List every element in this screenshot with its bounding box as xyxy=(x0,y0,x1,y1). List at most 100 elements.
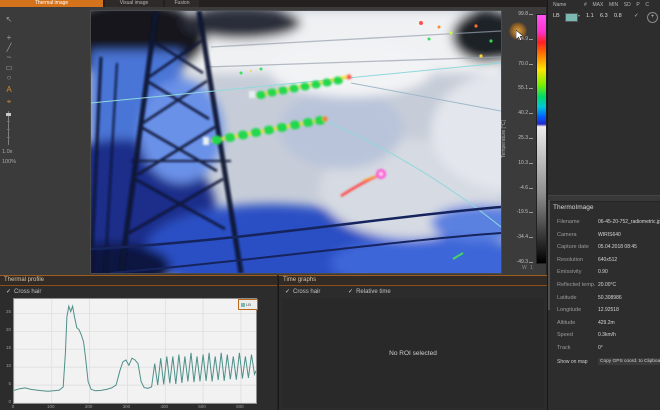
gps-actions: Show on map Copy GPS coord. to Clipboard xyxy=(548,358,660,370)
roi-name-header: Name xyxy=(553,2,566,8)
zoom-percent-label: 100% xyxy=(2,159,16,165)
right-panel: Name #MAXMINSDPC LB ▾ 1.1 6.3 0.8 ✓ + Th… xyxy=(547,0,660,410)
tg-crosshair-label: Cross hair xyxy=(293,289,320,295)
profile-crosshair-checkbox[interactable]: ✓Cross hair xyxy=(6,288,41,295)
no-roi-message: No ROI selected xyxy=(389,350,437,357)
copy-gps-button[interactable]: Copy GPS coord. to Clipboard xyxy=(598,358,660,365)
metadata-label: Emissivity xyxy=(557,269,581,275)
metadata-value: 20.00°C xyxy=(598,282,616,288)
check-icon: ✓ xyxy=(348,289,353,295)
thermal-profile-title: Thermal profile xyxy=(0,276,277,286)
thermoimage-metadata: Filename 06-45-20-752_radiometric.jpg Came… xyxy=(548,217,660,356)
polyline-tool[interactable]: ~ xyxy=(2,53,16,63)
pan-tool[interactable]: + xyxy=(2,33,16,43)
roi-name: LB xyxy=(553,13,560,19)
time-graphs-panel: Time graphs ✓Cross hair ✓Relative time N… xyxy=(278,275,547,410)
metadata-label: Longitude xyxy=(557,307,581,313)
pointer-tool[interactable]: ↖ xyxy=(2,15,16,25)
zoom-slider-tick xyxy=(7,137,10,138)
metadata-value: 06-45-20-752_radiometric.jpg xyxy=(598,219,660,225)
tab-visual-image[interactable]: Visual image xyxy=(105,0,163,7)
time-graphs-body[interactable]: No ROI selected xyxy=(282,298,544,408)
thermal-profile-chart[interactable] xyxy=(13,298,257,404)
profile-legend[interactable]: LB xyxy=(238,299,258,310)
legend-label: LB xyxy=(246,302,251,307)
zoom-tool[interactable]: ⌖ xyxy=(2,97,16,107)
metadata-value: 429.2m xyxy=(598,320,615,326)
mouse-cursor-icon xyxy=(516,28,524,46)
colorbar-tick: 99.8 xyxy=(518,11,528,17)
colorbar-ticks: 99.884.970.055.140.225.310.3-4.6-19.5-34… xyxy=(500,14,534,266)
roi-value-min: 6.3 xyxy=(600,13,608,19)
zoom-slider[interactable] xyxy=(8,111,9,145)
profile-y-tick: 20 xyxy=(1,327,11,332)
colorbar-tick: 10.3 xyxy=(518,160,528,166)
metadata-row: Capture date 05.04.2018 08:45 xyxy=(548,242,660,255)
profile-x-tick: 500 xyxy=(196,404,208,409)
roi-col-#: # xyxy=(584,2,587,8)
metadata-label: Filename xyxy=(557,219,580,225)
time-graphs-title: Time graphs xyxy=(279,276,547,286)
metadata-label: Track xyxy=(557,345,571,351)
panel-splitter[interactable] xyxy=(548,195,660,202)
metadata-row: Longitude 12.92518 xyxy=(548,305,660,318)
zoom-slider-tick xyxy=(7,121,10,122)
rectangle-tool[interactable]: ▭ xyxy=(2,63,16,73)
zoom-slider-knob[interactable] xyxy=(6,113,11,116)
metadata-value: WIRIS640 xyxy=(598,232,621,238)
metadata-label: Camera xyxy=(557,232,577,238)
roi-table-row[interactable]: LB ▾ 1.1 6.3 0.8 ✓ + xyxy=(548,11,660,23)
metadata-value: 0.3km/h xyxy=(598,332,616,338)
roi-visible-check[interactable]: ✓ xyxy=(634,13,639,19)
thermal-analysis-app: Thermal imageVisual imageFusion 1.0x 100… xyxy=(0,0,660,410)
metadata-row: Track 0° xyxy=(548,343,660,356)
zoom-slider-tick xyxy=(7,129,10,130)
roi-col-p: P xyxy=(636,2,639,8)
profile-x-tick: 100 xyxy=(45,404,57,409)
ellipse-tool[interactable]: ○ xyxy=(2,73,16,83)
thermoimage-section-title: ThermoImage xyxy=(553,204,593,211)
line-tool[interactable]: ╱ xyxy=(2,43,16,53)
metadata-row: Resolution 640x512 xyxy=(548,255,660,268)
thermal-image-canvas xyxy=(91,11,501,273)
colorbar-tick: -34.4 xyxy=(517,234,528,240)
roi-value-max: 1.1 xyxy=(586,13,594,19)
show-on-map-button[interactable]: Show on map xyxy=(557,359,588,365)
thermal-image[interactable] xyxy=(90,10,502,274)
roi-color-swatch[interactable] xyxy=(565,13,578,22)
metadata-value: 0° xyxy=(598,345,603,351)
tab-fusion[interactable]: Fusion xyxy=(165,0,199,7)
metadata-label: Capture date xyxy=(557,244,589,250)
add-roi-button[interactable]: + xyxy=(647,12,658,23)
profile-y-tick: 15 xyxy=(1,345,11,350)
colorbar-gradient[interactable] xyxy=(536,14,547,264)
metadata-row: Latitude 50.308986 xyxy=(548,293,660,306)
metadata-value: 0.90 xyxy=(598,269,608,275)
profile-y-tick: 10 xyxy=(1,363,11,368)
colorbar-tick: -19.5 xyxy=(517,209,528,215)
legend-color-icon xyxy=(241,303,245,307)
roi-col-sd: SD xyxy=(624,2,631,8)
text-tool[interactable]: A xyxy=(2,85,16,95)
metadata-row: Altitude 429.2m xyxy=(548,318,660,331)
colorbar-footer: W 1 xyxy=(522,265,534,271)
time-graphs-options: ✓Cross hair ✓Relative time xyxy=(285,288,391,295)
metadata-row: Emissivity 0.90 xyxy=(548,267,660,280)
tab-thermal-image[interactable]: Thermal image xyxy=(0,0,103,7)
tg-relative-checkbox[interactable]: ✓Relative time xyxy=(348,289,391,295)
metadata-value: 640x512 xyxy=(598,257,617,263)
colorbar-tick: -4.6 xyxy=(519,185,528,191)
colorbar-tick: 25.3 xyxy=(518,135,528,141)
metadata-value: 50.308986 xyxy=(598,295,622,301)
metadata-label: Resolution xyxy=(557,257,583,263)
metadata-value: 05.04.2018 08:45 xyxy=(598,244,637,250)
metadata-label: Altitude xyxy=(557,320,575,326)
metadata-label: Reflected temp. xyxy=(557,282,596,288)
chevron-down-icon[interactable]: ▾ xyxy=(578,13,580,18)
metadata-label: Latitude xyxy=(557,295,577,301)
tg-crosshair-checkbox[interactable]: ✓Cross hair xyxy=(285,289,320,295)
profile-y-tick: 25 xyxy=(1,309,11,314)
metadata-value: 12.92518 xyxy=(598,307,619,313)
check-icon: ✓ xyxy=(6,289,11,295)
roi-column-headers: #MAXMINSDPC xyxy=(584,2,649,8)
